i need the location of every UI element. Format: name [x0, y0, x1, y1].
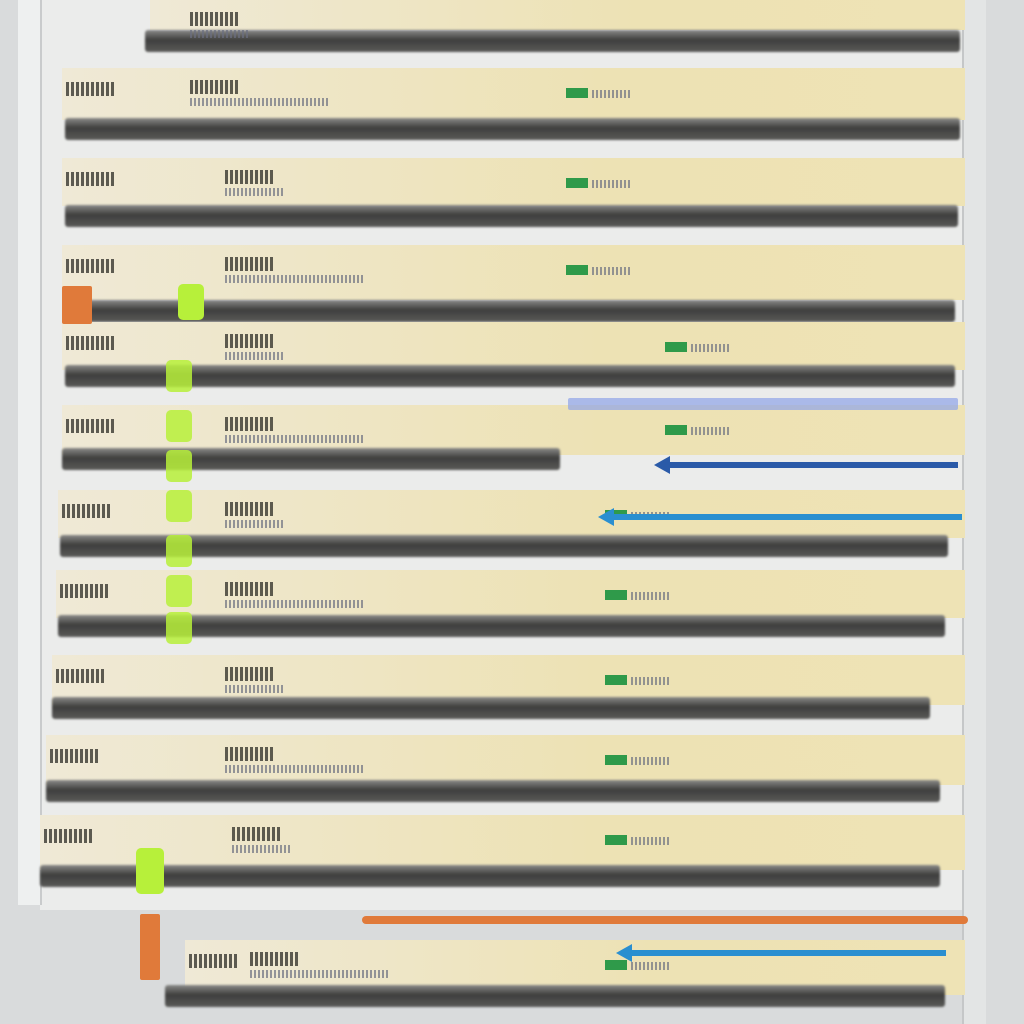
- row-title: [225, 747, 273, 761]
- status-icon: [605, 590, 627, 600]
- row-icon-label: [189, 954, 239, 968]
- row-icon-label: [44, 829, 94, 843]
- row-subtitle: [225, 600, 365, 608]
- row-subtitle: [190, 30, 250, 38]
- orange-handle[interactable]: [140, 914, 160, 980]
- status-icon: [605, 675, 627, 685]
- row-title: [232, 827, 280, 841]
- row-subtitle: [225, 520, 285, 528]
- status-icon: [665, 425, 687, 435]
- row-divider-bar: [165, 985, 945, 1007]
- row-title: [225, 334, 273, 348]
- row-divider-bar: [65, 365, 955, 387]
- status-text: [631, 592, 671, 600]
- row-subtitle: [225, 275, 365, 283]
- status-text: [691, 427, 731, 435]
- green-connector: [166, 490, 192, 522]
- row-subtitle: [190, 98, 330, 106]
- row-icon-label: [66, 336, 116, 350]
- row-title: [225, 257, 273, 271]
- row-divider-bar: [52, 697, 930, 719]
- green-handle[interactable]: [178, 284, 204, 320]
- blue-arrow: [616, 944, 946, 962]
- scrollbar[interactable]: [962, 0, 986, 1024]
- row-subtitle: [225, 352, 285, 360]
- orange-handle[interactable]: [62, 286, 92, 324]
- status-icon: [566, 88, 588, 98]
- row-title: [190, 12, 238, 26]
- highlight-line: [568, 398, 958, 410]
- status-icon: [605, 835, 627, 845]
- green-connector: [166, 535, 192, 567]
- row-subtitle: [225, 435, 365, 443]
- row-divider-bar: [145, 30, 960, 52]
- row-divider-bar: [65, 205, 958, 227]
- row-title: [225, 417, 273, 431]
- table-row[interactable]: [62, 68, 965, 120]
- row-title: [225, 582, 273, 596]
- row-icon-label: [50, 749, 100, 763]
- row-subtitle: [225, 765, 365, 773]
- blue-arrow: [598, 508, 962, 526]
- row-icon-label: [66, 259, 116, 273]
- status-text: [592, 90, 632, 98]
- table-row[interactable]: [40, 815, 965, 870]
- row-subtitle: [232, 845, 292, 853]
- row-icon-label: [66, 82, 116, 96]
- table-row[interactable]: [62, 322, 965, 370]
- table-row[interactable]: [62, 158, 965, 206]
- status-text: [631, 962, 671, 970]
- status-text: [631, 677, 671, 685]
- status-text: [592, 180, 632, 188]
- status-icon: [605, 755, 627, 765]
- row-title: [190, 80, 238, 94]
- row-icon-label: [56, 669, 106, 683]
- status-icon: [566, 178, 588, 188]
- green-connector: [166, 575, 192, 607]
- row-icon-label: [60, 584, 110, 598]
- status-icon: [665, 342, 687, 352]
- row-divider-bar: [62, 448, 560, 470]
- green-connector: [166, 450, 192, 482]
- row-divider-bar: [46, 780, 940, 802]
- table-row[interactable]: [46, 735, 965, 785]
- row-subtitle: [225, 188, 285, 196]
- table-row[interactable]: [56, 570, 965, 618]
- row-title: [225, 170, 273, 184]
- row-divider-bar: [40, 865, 940, 887]
- status-text: [592, 267, 632, 275]
- row-title: [225, 502, 273, 516]
- orange-line: [362, 916, 968, 924]
- row-title: [250, 952, 298, 966]
- row-divider-bar: [65, 118, 960, 140]
- status-icon: [566, 265, 588, 275]
- green-handle[interactable]: [136, 848, 164, 894]
- row-icon-label: [62, 504, 112, 518]
- status-text: [691, 344, 731, 352]
- row-divider-bar: [60, 535, 948, 557]
- row-title: [225, 667, 273, 681]
- green-connector: [166, 410, 192, 442]
- left-window-frame: [18, 0, 42, 905]
- navy-arrow: [654, 456, 958, 474]
- green-connector: [166, 612, 192, 644]
- row-subtitle: [225, 685, 285, 693]
- green-connector: [166, 360, 192, 392]
- table-row[interactable]: [150, 0, 965, 30]
- status-text: [631, 837, 671, 845]
- row-icon-label: [66, 419, 116, 433]
- row-icon-label: [66, 172, 116, 186]
- row-subtitle: [250, 970, 390, 978]
- status-text: [631, 757, 671, 765]
